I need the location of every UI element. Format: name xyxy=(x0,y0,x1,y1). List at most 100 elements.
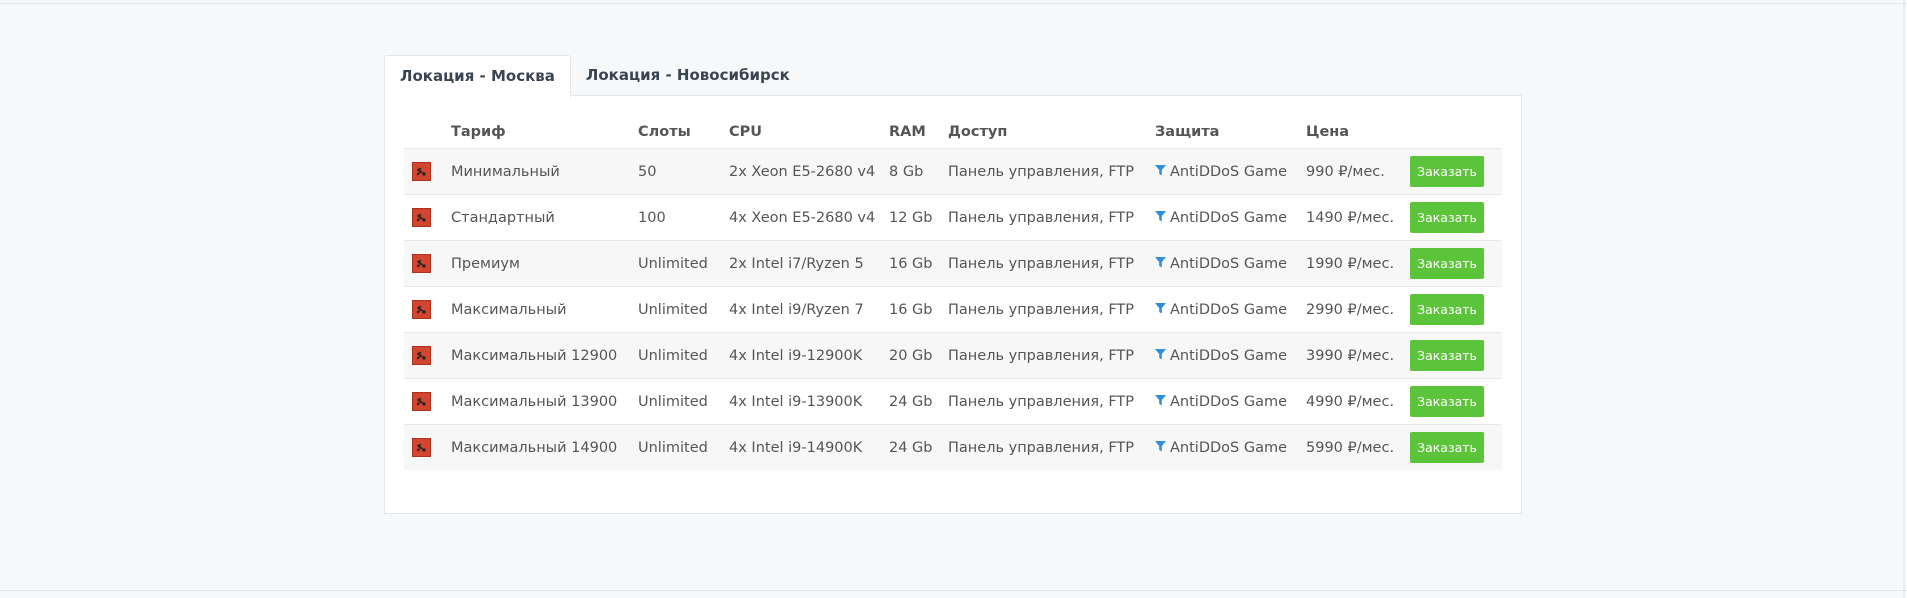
tariff-cpu: 2x Intel i7/Ryzen 5 xyxy=(721,240,881,287)
filter-icon xyxy=(1155,302,1166,318)
game-logo-icon xyxy=(412,392,431,411)
game-logo-icon xyxy=(412,438,431,457)
tariff-protection: AntiDDoS Game xyxy=(1147,332,1298,379)
protection-label: AntiDDoS Game xyxy=(1170,163,1288,180)
protection-label: AntiDDoS Game xyxy=(1170,393,1288,410)
order-button[interactable]: Заказать xyxy=(1410,340,1484,371)
header-protection: Защита xyxy=(1155,124,1220,140)
order-button[interactable]: Заказать xyxy=(1410,294,1484,325)
tariff-protection: AntiDDoS Game xyxy=(1147,424,1298,470)
tariff-slots: Unlimited xyxy=(630,286,721,333)
game-icon-cell xyxy=(404,194,443,241)
filter-icon xyxy=(1155,394,1166,410)
tariff-name: Премиум xyxy=(443,240,630,287)
order-cell: Заказать xyxy=(1402,332,1502,379)
game-icon-cell xyxy=(404,240,443,287)
header-action xyxy=(1402,116,1502,149)
order-cell: Заказать xyxy=(1402,378,1502,425)
tariff-name: Максимальный 12900 xyxy=(443,332,630,379)
game-icon-cell xyxy=(404,378,443,425)
tariff-cpu: 4x Intel i9-12900K xyxy=(721,332,881,379)
tariff-name: Максимальный 14900 xyxy=(443,424,630,470)
table-row: Максимальный 14900 Unlimited 4x Intel i9… xyxy=(404,424,1502,470)
tariff-cpu: 2x Xeon E5-2680 v4 xyxy=(721,148,881,195)
tariff-access: Панель управления, FTP xyxy=(940,194,1147,241)
table-row: Максимальный Unlimited 4x Intel i9/Ryzen… xyxy=(404,286,1502,333)
tariff-name: Максимальный 13900 xyxy=(443,378,630,425)
header-tariff: Тариф xyxy=(451,124,506,140)
tariff-cpu: 4x Intel i9-13900K xyxy=(721,378,881,425)
tariff-protection: AntiDDoS Game xyxy=(1147,240,1298,287)
table-row: Премиум Unlimited 2x Intel i7/Ryzen 5 16… xyxy=(404,240,1502,287)
tariff-price: 1990 ₽/мес. xyxy=(1298,240,1402,287)
order-button[interactable]: Заказать xyxy=(1410,202,1484,233)
tariff-ram: 8 Gb xyxy=(881,148,940,195)
table-row: Максимальный 12900 Unlimited 4x Intel i9… xyxy=(404,332,1502,379)
filter-icon xyxy=(1155,440,1166,456)
order-cell: Заказать xyxy=(1402,286,1502,333)
tariff-slots: Unlimited xyxy=(630,378,721,425)
tariff-cpu: 4x Intel i9/Ryzen 7 xyxy=(721,286,881,333)
filter-icon xyxy=(1155,164,1166,180)
game-icon-cell xyxy=(404,424,443,470)
header-cpu: CPU xyxy=(729,124,763,140)
tariff-access: Панель управления, FTP xyxy=(940,424,1147,470)
tariff-slots: 50 xyxy=(630,148,721,195)
tariff-protection: AntiDDoS Game xyxy=(1147,194,1298,241)
header-ram: RAM xyxy=(889,124,926,140)
tariff-price: 3990 ₽/мес. xyxy=(1298,332,1402,379)
tariff-access: Панель управления, FTP xyxy=(940,240,1147,287)
tab-moscow[interactable]: Локация - Москва xyxy=(384,55,571,98)
tariff-ram: 16 Gb xyxy=(881,286,940,333)
order-button[interactable]: Заказать xyxy=(1410,386,1484,417)
table-row: Стандартный 100 4x Xeon E5-2680 v4 12 Gb… xyxy=(404,194,1502,241)
protection-label: AntiDDoS Game xyxy=(1170,209,1288,226)
table-row: Максимальный 13900 Unlimited 4x Intel i9… xyxy=(404,378,1502,425)
tariff-name: Максимальный xyxy=(443,286,630,333)
game-logo-icon xyxy=(412,208,431,227)
order-button[interactable]: Заказать xyxy=(1410,156,1484,187)
tariff-ram: 24 Gb xyxy=(881,378,940,425)
order-button[interactable]: Заказать xyxy=(1410,248,1484,279)
tab-novosibirsk[interactable]: Локация - Новосибирск xyxy=(571,55,805,96)
filter-icon xyxy=(1155,348,1166,364)
filter-icon xyxy=(1155,210,1166,226)
tariff-price: 990 ₽/мес. xyxy=(1298,148,1402,195)
tariff-ram: 20 Gb xyxy=(881,332,940,379)
protection-label: AntiDDoS Game xyxy=(1170,255,1288,272)
tariff-slots: Unlimited xyxy=(630,424,721,470)
scrollbar-track[interactable] xyxy=(1903,0,1905,598)
header-access: Доступ xyxy=(948,124,1008,140)
tariff-slots: Unlimited xyxy=(630,240,721,287)
tariff-price: 5990 ₽/мес. xyxy=(1298,424,1402,470)
tariff-protection: AntiDDoS Game xyxy=(1147,286,1298,333)
tariffs-table: Тариф Слоты CPU RAM Доступ Защита Цена М… xyxy=(404,116,1502,470)
tariff-slots: Unlimited xyxy=(630,332,721,379)
tariff-price: 2990 ₽/мес. xyxy=(1298,286,1402,333)
game-logo-icon xyxy=(412,254,431,273)
tariff-name: Стандартный xyxy=(443,194,630,241)
location-tabs: Локация - Москва Локация - Новосибирск xyxy=(384,55,805,98)
tariff-protection: AntiDDoS Game xyxy=(1147,148,1298,195)
header-price: Цена xyxy=(1306,124,1350,140)
tariff-protection: AntiDDoS Game xyxy=(1147,378,1298,425)
tariff-access: Панель управления, FTP xyxy=(940,378,1147,425)
header-icon xyxy=(404,116,443,149)
game-logo-icon xyxy=(412,346,431,365)
tariff-ram: 12 Gb xyxy=(881,194,940,241)
tariff-access: Панель управления, FTP xyxy=(940,148,1147,195)
tariff-access: Панель управления, FTP xyxy=(940,286,1147,333)
order-button[interactable]: Заказать xyxy=(1410,432,1484,463)
game-logo-icon xyxy=(412,162,431,181)
tariff-access: Панель управления, FTP xyxy=(940,332,1147,379)
tariff-price: 1490 ₽/мес. xyxy=(1298,194,1402,241)
top-divider xyxy=(0,3,1907,4)
tariff-name: Минимальный xyxy=(443,148,630,195)
game-icon-cell xyxy=(404,286,443,333)
header-slots: Слоты xyxy=(638,124,691,140)
table-body: Минимальный 50 2x Xeon E5-2680 v4 8 Gb П… xyxy=(404,148,1502,470)
tariff-cpu: 4x Intel i9-14900K xyxy=(721,424,881,470)
protection-label: AntiDDoS Game xyxy=(1170,439,1288,456)
bottom-divider xyxy=(0,590,1907,591)
tariff-ram: 16 Gb xyxy=(881,240,940,287)
